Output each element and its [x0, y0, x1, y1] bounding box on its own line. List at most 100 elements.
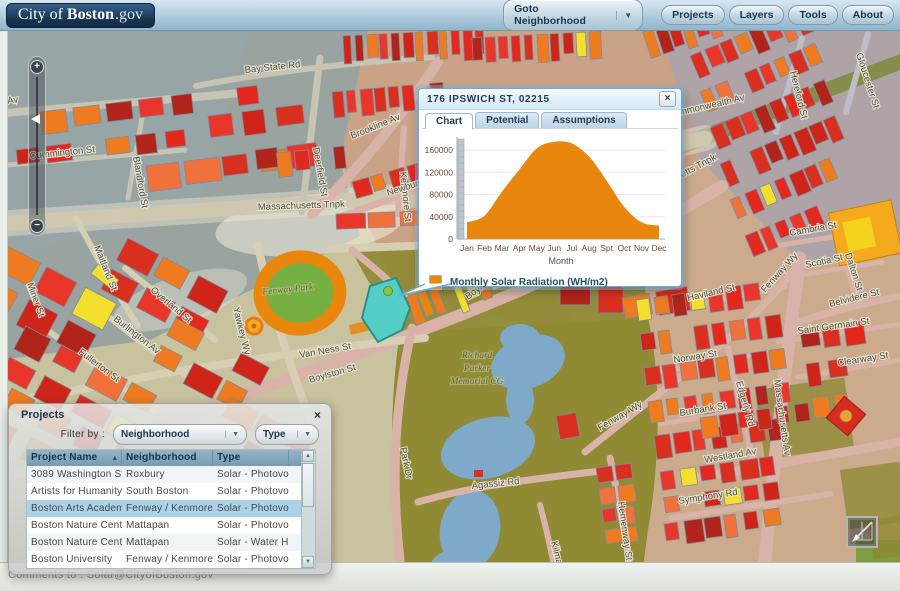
projects-table: Project Name ▲ Neighborhood Type 3089 Washin… — [26, 449, 316, 569]
svg-text:Jan: Jan — [460, 243, 474, 253]
table-row[interactable]: Artists for Humanity E South Boston Solar … — [27, 483, 301, 500]
chevron-down-icon: ▼ — [297, 431, 311, 438]
logo-gov: .gov — [115, 6, 144, 23]
popup-title: 176 IPSWICH ST, 02215 — [427, 93, 550, 105]
svg-text:Mar: Mar — [495, 243, 510, 253]
table-cell: Artists for Humanity E — [31, 486, 122, 497]
chevron-down-icon: ▼ — [225, 431, 239, 438]
tools-button[interactable]: Tools — [788, 5, 838, 25]
sort-ascending-icon: ▲ — [111, 455, 119, 462]
neighborhood-filter-dropdown[interactable]: Neighborhood ▼ — [113, 424, 247, 445]
table-header-row: Project Name ▲ Neighborhood Type — [27, 450, 301, 466]
svg-text:Feb: Feb — [477, 243, 492, 253]
table-cell: Fenway / Kenmore — [126, 503, 213, 514]
goto-neighborhood-value: Goto Neighborhood — [514, 3, 586, 27]
map-zoom-slider[interactable]: + − — [28, 56, 46, 236]
street-label: Richard — [461, 351, 493, 361]
svg-text:0: 0 — [448, 234, 453, 244]
popup-close-button[interactable]: × — [659, 91, 676, 107]
tab-potential[interactable]: Potential — [475, 112, 540, 128]
projects-panel-title: Projects — [21, 409, 65, 421]
table-row[interactable]: Boston Arts Academy Fenway / Kenmore Solar… — [27, 500, 301, 517]
legend-label: Monthly Solar Radiation (WH/m2) — [450, 277, 608, 288]
header-controls: Goto Neighborhood ▼ Projects Layers Tool… — [503, 0, 894, 31]
street-label: Memorial CG — [449, 377, 503, 387]
table-cell: Boston Arts Academy — [31, 503, 122, 514]
projects-panel: Projects × Filter by : Neighborhood ▼ Ty… — [8, 403, 332, 575]
popup-tab-bar: Chart Potential Assumptions — [419, 110, 681, 129]
chart-legend: Monthly Solar Radiation (WH/m2) — [429, 275, 681, 290]
scrollbar-thumb[interactable] — [302, 463, 314, 507]
popup-header[interactable]: 176 IPSWICH ST, 02215 × — [419, 89, 681, 110]
scroll-up-button[interactable]: ▲ — [302, 450, 314, 462]
table-cell: 3089 Washington Str — [31, 469, 122, 480]
solar-boston-app: { "header": { "logo": {"city_of": "City … — [0, 0, 900, 591]
table-cell: Solar - Photovoltaic — [217, 503, 289, 514]
svg-text:Oct: Oct — [617, 243, 631, 253]
solar-radiation-chart: 04000080000120000160000Jan Feb Mar Apr May Ju… — [425, 137, 667, 266]
svg-text:May: May — [529, 243, 546, 253]
table-cell: Boston Nature Center — [31, 537, 122, 548]
projects-button[interactable]: Projects — [661, 5, 725, 25]
about-button[interactable]: About — [841, 5, 894, 25]
zoom-in-button[interactable]: + — [30, 60, 44, 74]
type-filter-value: Type — [263, 429, 286, 440]
projects-close-button[interactable]: × — [314, 409, 321, 421]
svg-text:Apr: Apr — [513, 243, 526, 253]
projects-filter-row: Filter by : Neighborhood ▼ Type ▼ — [9, 423, 331, 449]
logo-city-of: City of — [18, 6, 63, 23]
table-cell: Solar - Water Heating — [217, 537, 289, 548]
table-cell: Solar - Photovoltaic — [217, 554, 289, 565]
svg-text:Jun: Jun — [547, 243, 561, 253]
table-row[interactable]: 3089 Washington Str Roxbury Solar - Photov… — [27, 466, 301, 483]
table-cell: Boston Nature Center — [31, 520, 122, 531]
table-cell: Roxbury — [126, 469, 165, 480]
scroll-down-button[interactable]: ▼ — [302, 556, 314, 568]
city-of-boston-logo[interactable]: City of Boston .gov — [6, 2, 156, 28]
table-row[interactable]: Boston Nature Center Mattapan Solar - Wate… — [27, 534, 301, 551]
table-cell: Solar - Photovoltaic — [217, 469, 289, 480]
overview-map-toggle[interactable] — [846, 516, 878, 548]
table-row[interactable]: Boston Nature Center Mattapan Solar - Phot… — [27, 517, 301, 534]
table-cell: Boston University — [31, 554, 113, 565]
logo-boston: Boston — [66, 6, 115, 23]
zoom-slider-thumb[interactable] — [31, 114, 40, 124]
zoom-slider-track[interactable] — [36, 77, 38, 215]
svg-text:Spt: Spt — [600, 243, 613, 253]
table-cell: Solar - Photovoltaic — [217, 520, 289, 531]
goto-neighborhood-dropdown[interactable]: Goto Neighborhood ▼ — [503, 0, 644, 31]
legend-swatch — [429, 275, 442, 290]
table-scrollbar[interactable]: ▲ ▼ — [301, 450, 315, 568]
app-header: City of Boston .gov Goto Neighborhood ▼ … — [0, 0, 900, 31]
table-cell: Fenway / Kenmore — [126, 554, 213, 565]
table-cell: Mattapan — [126, 520, 170, 531]
overview-arrow-icon — [848, 518, 876, 546]
type-filter-dropdown[interactable]: Type ▼ — [255, 424, 319, 445]
feature-info-popup: 176 IPSWICH ST, 02215 × Chart Potential … — [418, 88, 682, 290]
tab-chart[interactable]: Chart — [425, 113, 474, 129]
svg-text:Nov: Nov — [634, 243, 650, 253]
page-frame-left — [0, 30, 8, 562]
column-header-project-name[interactable]: Project Name ▲ — [27, 450, 122, 466]
projects-panel-header[interactable]: Projects × — [9, 404, 331, 423]
svg-text:Month: Month — [548, 256, 573, 266]
filter-by-label: Filter by : — [60, 429, 105, 440]
svg-text:Dec: Dec — [651, 243, 667, 253]
svg-text:80000: 80000 — [429, 190, 453, 200]
tab-assumptions[interactable]: Assumptions — [541, 112, 627, 128]
column-header-type[interactable]: Type — [213, 450, 289, 466]
column-header-neighborhood[interactable]: Neighborhood — [122, 450, 213, 466]
svg-text:Aug: Aug — [582, 243, 597, 253]
project-marker[interactable] — [244, 316, 264, 336]
layers-button[interactable]: Layers — [728, 5, 785, 25]
svg-text:40000: 40000 — [429, 212, 453, 222]
zoom-out-button[interactable]: − — [30, 219, 44, 233]
svg-text:Jul: Jul — [566, 243, 577, 253]
chevron-down-icon: ▼ — [616, 10, 632, 20]
table-cell: South Boston — [126, 486, 189, 497]
neighborhood-filter-value: Neighborhood — [121, 429, 190, 440]
table-cell: Solar - Photovoltaic — [217, 486, 289, 497]
table-cell: Mattapan — [126, 537, 170, 548]
street-label: Parker — [463, 364, 491, 374]
table-row[interactable]: Boston University Fenway / Kenmore Solar -… — [27, 551, 301, 568]
